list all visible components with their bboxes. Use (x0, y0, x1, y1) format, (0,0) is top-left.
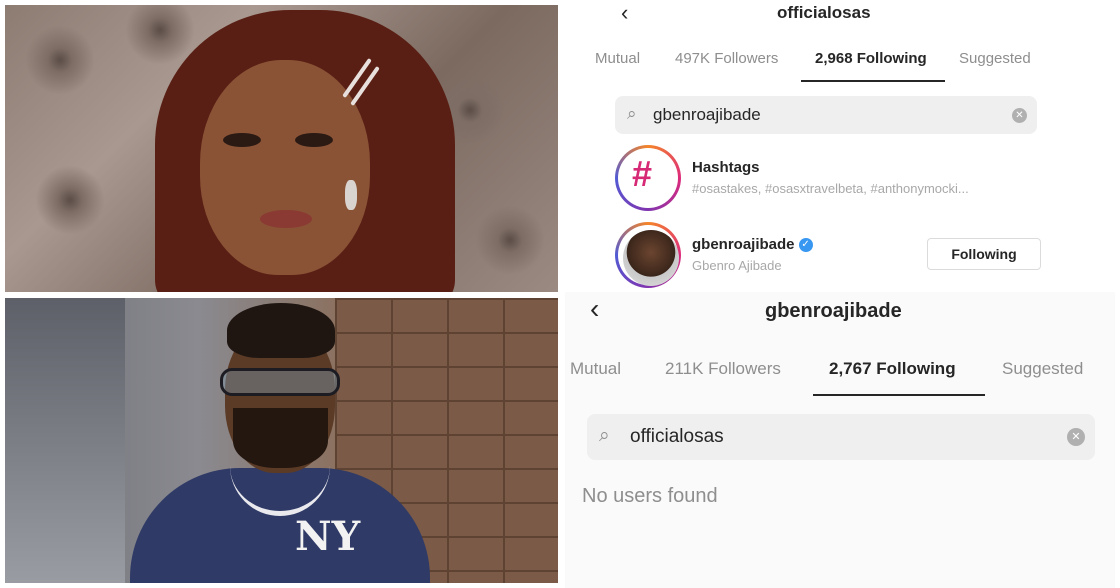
tab-following[interactable]: 2,767 Following (829, 359, 956, 379)
search-icon: ⌕ (599, 425, 610, 446)
chevron-left-icon[interactable]: ‹ (621, 2, 628, 24)
result-user-gbenroajibade[interactable]: gbenroajibade ✓ Gbenro Ajibade Following (615, 222, 1105, 288)
search-input[interactable]: ⌕ officialosas ✕ (587, 414, 1095, 460)
profile-username: officialosas (777, 3, 871, 22)
background-wall (5, 298, 125, 583)
lips (260, 210, 312, 228)
eye (295, 133, 333, 147)
result-username-text: gbenroajibade (692, 236, 795, 253)
earring (345, 180, 357, 210)
woman-portrait-photo (5, 5, 558, 292)
profile-username: gbenroajibade (765, 300, 902, 322)
result-title: Hashtags (692, 159, 760, 176)
eye (223, 133, 261, 147)
active-tab-indicator (813, 394, 985, 396)
tufted-wall-button (125, 5, 195, 65)
tab-suggested[interactable]: Suggested (959, 50, 1031, 67)
user-avatar[interactable] (615, 222, 681, 288)
tufted-wall-button (475, 205, 545, 275)
result-username: gbenroajibade ✓ (692, 236, 813, 253)
tufted-wall-button (25, 25, 95, 95)
result-hashtags[interactable]: # Hashtags #osastakes, #osasxtravelbeta,… (615, 145, 1105, 211)
man-portrait-photo: NY (5, 298, 558, 583)
hair (227, 303, 335, 358)
sunglasses (220, 368, 340, 396)
search-query: gbenroajibade (653, 105, 761, 124)
tab-mutual[interactable]: Mutual (595, 50, 640, 67)
result-fullname: Gbenro Ajibade (692, 258, 782, 273)
beard (233, 408, 328, 468)
search-input[interactable]: ⌕ gbenroajibade ✕ (615, 96, 1037, 134)
tab-suggested[interactable]: Suggested (1002, 359, 1083, 379)
following-button[interactable]: Following (927, 238, 1041, 270)
verified-badge-icon: ✓ (798, 238, 813, 253)
search-icon: ⌕ (627, 104, 637, 123)
clear-icon[interactable]: ✕ (1012, 108, 1027, 123)
avatar-photo (623, 230, 679, 286)
hashtag-icon: # (632, 153, 653, 194)
chevron-left-icon[interactable]: ‹ (590, 295, 599, 323)
tab-following[interactable]: 2,968 Following (815, 50, 927, 67)
tab-mutual[interactable]: Mutual (570, 359, 621, 379)
tufted-wall-button (35, 165, 105, 235)
hashtag-avatar: # (615, 145, 681, 211)
empty-state-message: No users found (582, 485, 718, 507)
search-query: officialosas (630, 426, 724, 447)
tab-followers[interactable]: 211K Followers (665, 359, 781, 379)
following-list-officialosas: ‹ officialosas Mutual 497K Followers 2,9… (565, 0, 1115, 292)
result-subtitle: #osastakes, #osasxtravelbeta, #anthonymo… (692, 181, 969, 196)
clear-icon[interactable]: ✕ (1067, 428, 1085, 446)
following-list-gbenroajibade: ‹ gbenroajibade Mutual 211K Followers 2,… (565, 292, 1115, 588)
active-tab-indicator (801, 80, 945, 82)
tab-followers[interactable]: 497K Followers (675, 50, 778, 67)
shirt-print: NY (295, 513, 361, 560)
